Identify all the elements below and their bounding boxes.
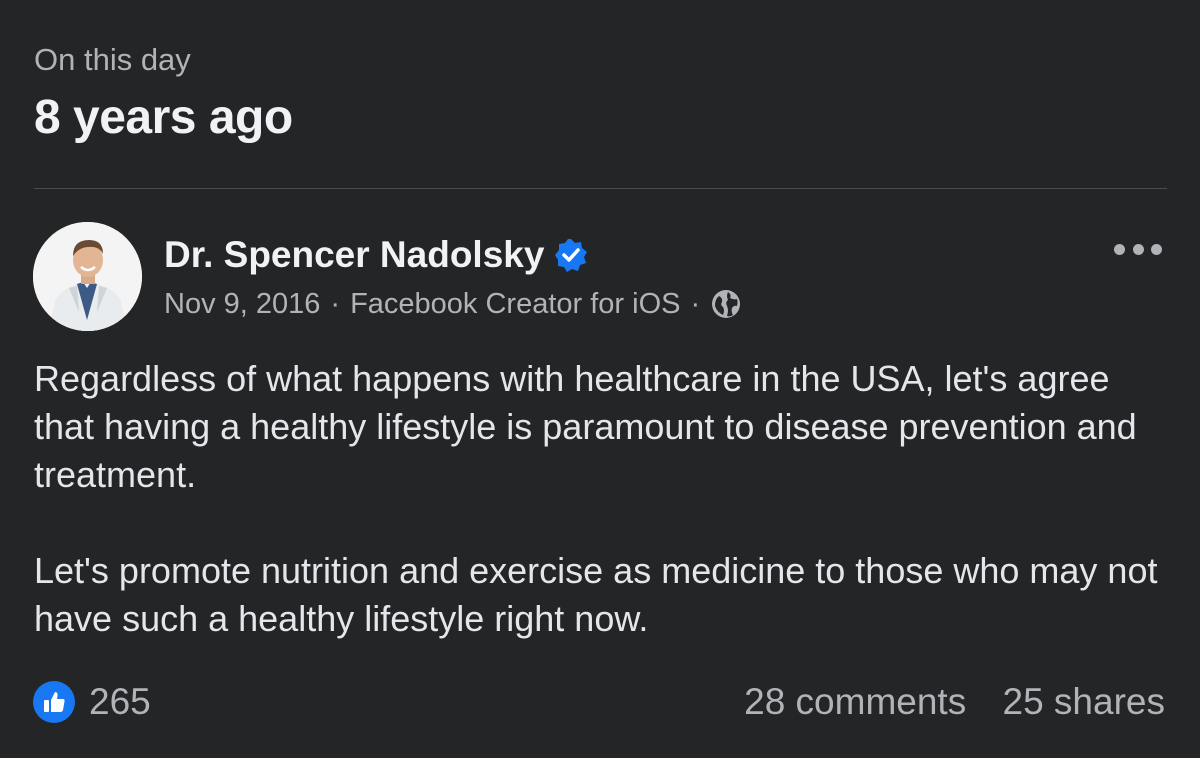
author-row: Dr. Spencer Nadolsky bbox=[164, 232, 588, 278]
like-count[interactable]: 265 bbox=[89, 680, 151, 724]
like-icon[interactable] bbox=[33, 681, 75, 723]
avatar[interactable] bbox=[33, 222, 142, 331]
meta-separator: · bbox=[690, 288, 701, 320]
globe-icon[interactable] bbox=[710, 288, 742, 320]
post-paragraph: Regardless of what happens with healthca… bbox=[34, 358, 1137, 495]
author-name[interactable]: Dr. Spencer Nadolsky bbox=[164, 233, 544, 277]
post-meta: Nov 9, 2016 · Facebook Creator for iOS · bbox=[164, 286, 742, 322]
verified-badge-icon bbox=[554, 238, 588, 272]
post-date[interactable]: Nov 9, 2016 bbox=[164, 286, 320, 322]
divider bbox=[34, 188, 1167, 189]
more-dot bbox=[1132, 243, 1144, 255]
post-body: Regardless of what happens with healthca… bbox=[34, 355, 1174, 643]
more-dot bbox=[1151, 243, 1162, 255]
more-dot bbox=[1114, 243, 1125, 255]
comments-count[interactable]: 28 comments bbox=[744, 681, 966, 722]
memory-years-ago: 8 years ago bbox=[34, 91, 293, 144]
meta-separator: · bbox=[330, 288, 341, 320]
post-source: Facebook Creator for iOS bbox=[350, 288, 681, 320]
engagement-summary: 28 comments 25 shares bbox=[744, 680, 1165, 724]
more-options-icon[interactable] bbox=[1112, 234, 1164, 264]
shares-count[interactable]: 25 shares bbox=[1003, 681, 1166, 722]
post-paragraph: Let's promote nutrition and exercise as … bbox=[34, 550, 1158, 639]
memory-label: On this day bbox=[34, 42, 191, 77]
